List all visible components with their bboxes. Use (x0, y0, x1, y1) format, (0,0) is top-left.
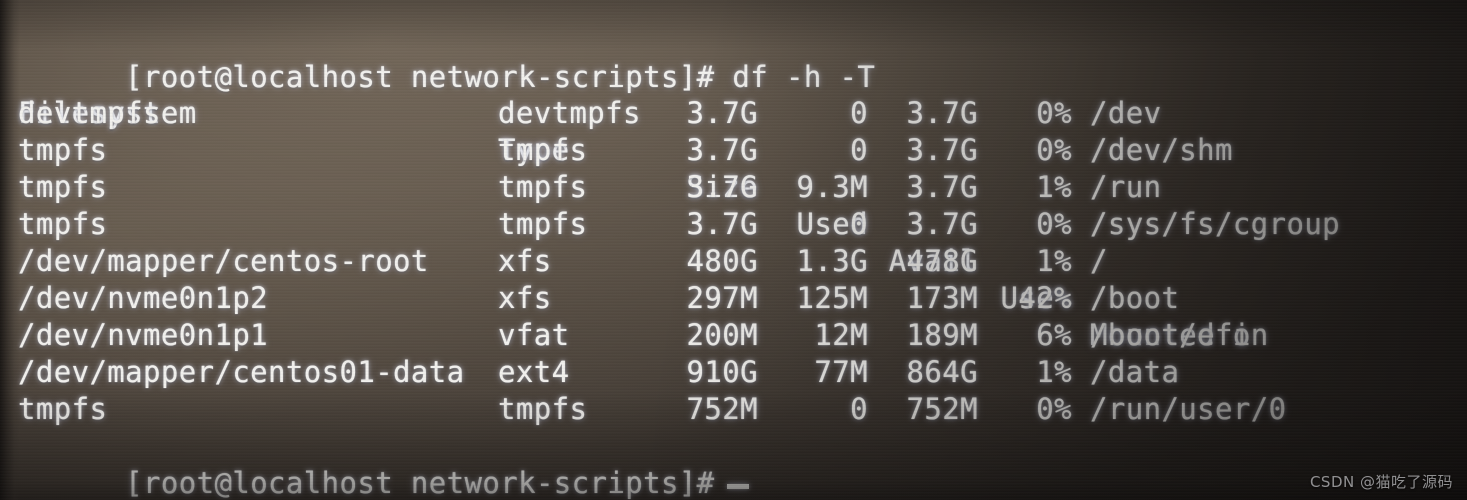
cell-type: ext4 (498, 355, 570, 389)
cell-mounted: /dev (1090, 96, 1162, 130)
cell-filesystem: /dev/mapper/centos01-data (18, 355, 465, 389)
cell-use-pct: 6% (1036, 318, 1072, 352)
table-row: devtmpfs devtmpfs 3.7G 0 3.7G 0%/dev (0, 95, 1467, 132)
terminal-output[interactable]: [root@localhost network-scripts]# df -h … (0, 0, 1467, 500)
cell-avail: 3.7G (906, 170, 978, 204)
cell-size: 3.7G (686, 133, 758, 167)
cell-use-pct: 0% (1036, 392, 1072, 426)
terminal-screen: [root@localhost network-scripts]# df -h … (0, 0, 1467, 500)
cell-size: 480G (686, 244, 758, 278)
table-row: /dev/mapper/centos01-data ext4 910G 77M 864G… (0, 354, 1467, 391)
cell-type: tmpfs (498, 207, 588, 241)
cell-avail: 864G (906, 355, 978, 389)
cell-size: 752M (686, 392, 758, 426)
cell-avail: 478G (906, 244, 978, 278)
cell-used: 0 (850, 392, 868, 426)
cell-filesystem: /dev/mapper/centos-root (18, 244, 429, 278)
cell-use-pct: 0% (1036, 133, 1072, 167)
cell-type: tmpfs (498, 170, 588, 204)
cell-type: tmpfs (498, 133, 588, 167)
cell-use-pct: 0% (1036, 96, 1072, 130)
prompt-text: [root@localhost network-scripts]# (125, 466, 715, 500)
cell-used: 1.3G (796, 244, 868, 278)
cell-avail: 189M (906, 318, 978, 352)
cell-mounted: /boot/efi (1090, 318, 1251, 352)
cell-size: 910G (686, 355, 758, 389)
cell-used: 0 (850, 133, 868, 167)
cell-filesystem: /dev/nvme0n1p1 (18, 318, 269, 352)
cell-used: 125M (796, 281, 868, 315)
table-row: /dev/mapper/centos-root xfs 480G 1.3G 478G 1%… (0, 243, 1467, 280)
table-row: tmpfs tmpfs 3.7G 0 3.7G 0% /sys/fs/cgroup (0, 206, 1467, 243)
cell-size: 3.7G (686, 207, 758, 241)
cell-avail: 752M (906, 392, 978, 426)
cell-used: 12M (814, 318, 868, 352)
cell-use-pct: 42% (1018, 281, 1072, 315)
final-prompt-line[interactable]: [root@localhost network-scripts]# (18, 428, 749, 500)
cell-avail: 3.7G (906, 133, 978, 167)
table-row: /dev/nvme0n1p2 xfs 297M 125M 173M 42% /boot (0, 280, 1467, 317)
cell-mounted: /run/user/0 (1090, 392, 1287, 426)
cell-mounted: /boot (1090, 281, 1180, 315)
table-row: tmpfs tmpfs 3.7G 9.3M 3.7G 1% /run (0, 169, 1467, 206)
watermark: CSDN @猫吃了源码 (1309, 473, 1453, 491)
cell-mounted: /sys/fs/cgroup (1090, 207, 1341, 241)
cell-use-pct: 1% (1036, 170, 1072, 204)
cell-avail: 3.7G (906, 207, 978, 241)
cell-use-pct: 1% (1036, 244, 1072, 278)
command-line: [root@localhost network-scripts]# df -h … (18, 22, 875, 94)
table-header-row: Filesystem Type Size Used Avail Use% Mou… (0, 58, 1467, 352)
cell-size: 3.7G (686, 170, 758, 204)
cell-avail: 3.7G (906, 96, 978, 130)
cell-avail: 173M (906, 281, 978, 315)
cell-use-pct: 1% (1036, 355, 1072, 389)
cell-filesystem: tmpfs (18, 170, 108, 204)
cell-type: tmpfs (498, 392, 588, 426)
table-row: /dev/nvme0n1p1 vfat 200M 12M 189M 6% /boot/efi (0, 317, 1467, 354)
cell-size: 200M (686, 318, 758, 352)
cell-type: vfat (498, 318, 570, 352)
cell-used: 0 (850, 207, 868, 241)
table-row: tmpfs tmpfs 3.7G 0 3.7G 0% /dev/shm (0, 132, 1467, 169)
cell-mounted: /run (1090, 170, 1162, 204)
cell-size: 3.7G (686, 96, 758, 130)
cell-filesystem: tmpfs (18, 207, 108, 241)
cell-size: 297M (686, 281, 758, 315)
cell-type: xfs (498, 244, 552, 278)
cell-use-pct: 0% (1036, 207, 1072, 241)
cell-used: 77M (814, 355, 868, 389)
cell-mounted: /data (1090, 355, 1180, 389)
cell-filesystem: /dev/nvme0n1p2 (18, 281, 269, 315)
cell-type: xfs (498, 281, 552, 315)
cell-used: 9.3M (796, 170, 868, 204)
cell-filesystem: tmpfs (18, 392, 108, 426)
cell-mounted: / (1090, 244, 1108, 278)
text-cursor (726, 484, 749, 489)
cell-filesystem: devtmpfs (18, 96, 161, 130)
table-row: tmpfs tmpfs 752M 0 752M 0% /run/user/0 (0, 391, 1467, 428)
cell-filesystem: tmpfs (18, 133, 108, 167)
cell-used: 0 (850, 96, 868, 130)
cell-mounted: /dev/shm (1090, 133, 1233, 167)
